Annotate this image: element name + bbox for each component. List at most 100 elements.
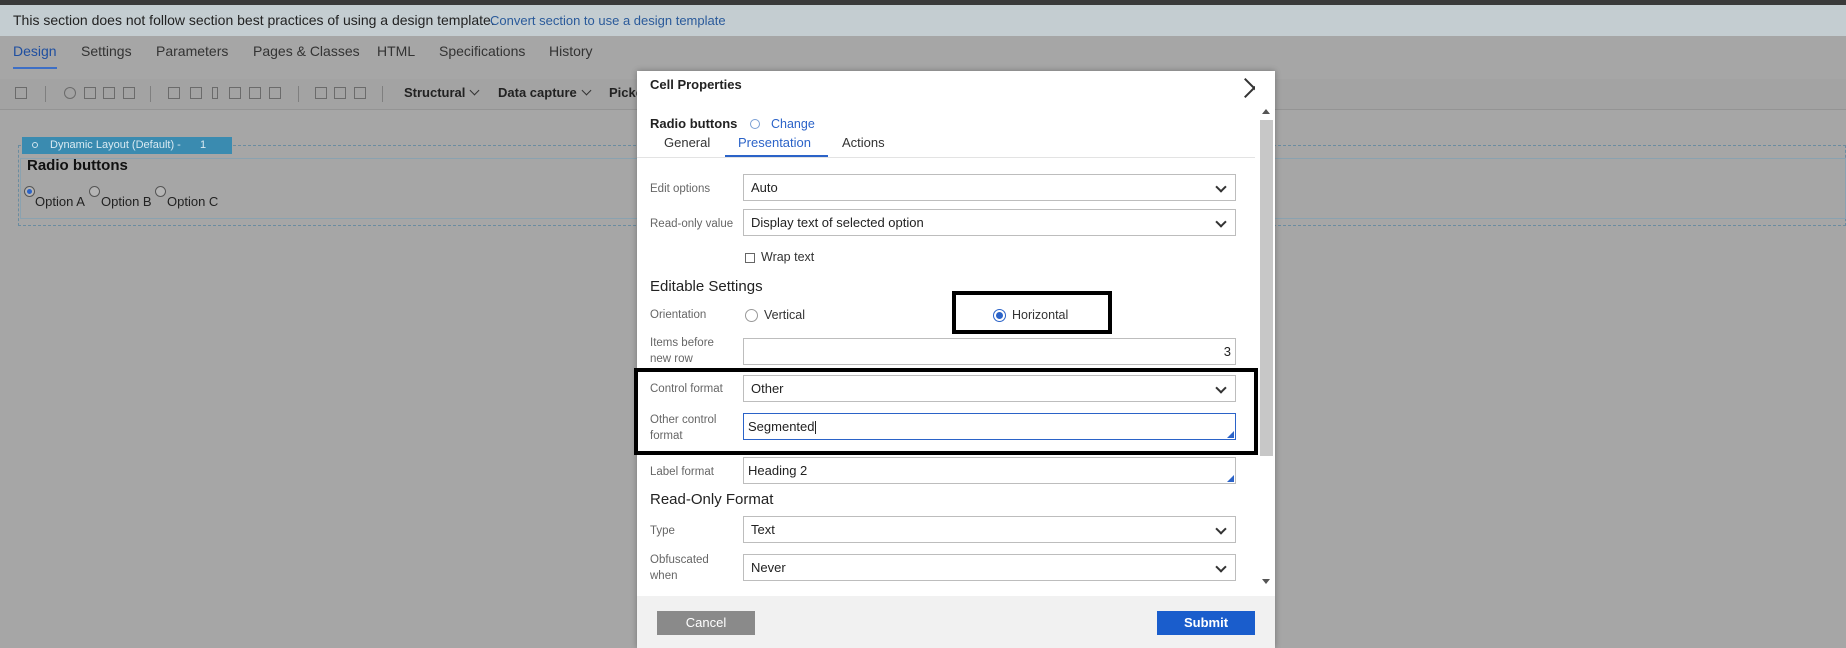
merge-right-icon[interactable]	[334, 87, 346, 99]
wrap-text-checkbox[interactable]	[745, 253, 755, 263]
control-name: Radio buttons	[650, 116, 738, 131]
cell-properties-dialog: Cell Properties Radio buttons Change Gen…	[637, 71, 1275, 648]
cancel-button[interactable]: Cancel	[657, 611, 755, 635]
tab-history[interactable]: History	[549, 36, 593, 67]
option-a-label: Option A	[35, 194, 85, 209]
option-c-radio[interactable]	[155, 186, 166, 197]
chevron-down-icon	[1215, 561, 1227, 573]
change-control-icon[interactable]	[750, 119, 760, 129]
tab-specifications[interactable]: Specifications	[439, 36, 525, 67]
banner-message: This section does not follow section bes…	[13, 12, 495, 28]
layout-number: 1	[200, 139, 207, 151]
data-capture-menu[interactable]: Data capture	[498, 79, 592, 107]
insert-row-above-icon[interactable]	[168, 87, 180, 99]
tab-settings[interactable]: Settings	[81, 36, 132, 67]
chevron-down-icon	[1215, 216, 1227, 228]
tab-pages-classes[interactable]: Pages & Classes	[253, 36, 360, 67]
close-icon[interactable]	[1243, 77, 1255, 99]
tab-presentation[interactable]: Presentation	[738, 135, 811, 150]
insert-column-right-icon[interactable]	[249, 87, 261, 99]
submit-button[interactable]: Submit	[1157, 611, 1255, 635]
layout-drag-icon[interactable]	[32, 142, 38, 148]
toolbar-separator	[382, 86, 383, 102]
scroll-up-icon[interactable]	[1262, 109, 1270, 114]
highlight-box-control-format	[634, 368, 1258, 455]
template-warning-banner: This section does not follow section bes…	[0, 5, 1846, 36]
label-format-input[interactable]: Heading 2	[743, 457, 1236, 484]
structural-menu-label: Structural	[404, 85, 466, 100]
readonly-value-select[interactable]: Display text of selected option	[743, 209, 1236, 236]
wrap-text-label: Wrap text	[761, 250, 815, 264]
type-value: Text	[751, 522, 775, 537]
layout-field-label: Radio buttons	[27, 157, 128, 174]
items-before-label-line2: new row	[650, 353, 693, 365]
dialog-body: Cell Properties Radio buttons Change Gen…	[637, 71, 1255, 591]
paste-icon[interactable]	[103, 87, 115, 99]
label-format-value: Heading 2	[748, 463, 808, 478]
toolbar-separator	[45, 86, 46, 102]
tab-design[interactable]: Design	[13, 36, 57, 69]
tab-html[interactable]: HTML	[377, 36, 415, 67]
chevron-down-icon	[1215, 181, 1227, 193]
resize-handle-icon[interactable]	[1227, 475, 1234, 482]
layout-header-label: Dynamic Layout (Default) -	[50, 139, 181, 151]
change-control-link[interactable]: Change	[771, 117, 815, 131]
picker-menu-label: Picker	[609, 85, 637, 100]
edit-options-label: Edit options	[650, 183, 711, 195]
obfuscated-label-line2: when	[650, 570, 678, 582]
save-icon[interactable]	[15, 87, 27, 99]
delete-icon[interactable]	[123, 87, 135, 99]
structural-menu[interactable]: Structural	[404, 79, 480, 107]
split-column-icon[interactable]	[269, 87, 281, 99]
chevron-down-icon	[581, 85, 592, 96]
obfuscated-value: Never	[751, 560, 786, 575]
edit-options-select[interactable]: Auto	[743, 174, 1236, 201]
type-label: Type	[650, 525, 675, 537]
copy-icon[interactable]	[84, 87, 96, 99]
edit-options-value: Auto	[751, 180, 778, 195]
label-format-label: Label format	[650, 466, 714, 478]
scroll-thumb[interactable]	[1260, 120, 1273, 456]
scroll-down-icon[interactable]	[1262, 579, 1270, 584]
merge-left-icon[interactable]	[315, 87, 327, 99]
readonly-value-label: Read-only value	[650, 218, 734, 230]
tab-general[interactable]: General	[664, 135, 710, 150]
readonly-value-value: Display text of selected option	[751, 215, 924, 230]
option-a-radio[interactable]	[24, 186, 35, 197]
items-before-input[interactable]: 3	[743, 338, 1236, 365]
orientation-label: Orientation	[650, 309, 707, 321]
option-b-label: Option B	[101, 194, 152, 209]
dialog-title: Cell Properties	[650, 77, 742, 92]
readonly-format-header: Read-Only Format	[650, 491, 774, 508]
chevron-down-icon	[469, 85, 480, 96]
tab-parameters[interactable]: Parameters	[156, 36, 228, 67]
move-icon[interactable]	[212, 87, 218, 99]
tab-actions[interactable]: Actions	[842, 135, 885, 150]
insert-column-left-icon[interactable]	[229, 87, 241, 99]
obfuscated-label: Obfuscated when	[650, 552, 709, 584]
toolbar-separator	[150, 86, 151, 102]
dialog-footer: Cancel Submit	[637, 596, 1275, 648]
type-select[interactable]: Text	[743, 516, 1236, 543]
items-before-label: Items before new row	[650, 335, 714, 367]
obfuscated-select[interactable]: Never	[743, 554, 1236, 581]
items-before-label-line1: Items before	[650, 337, 714, 349]
data-capture-menu-label: Data capture	[498, 85, 577, 100]
tab-divider	[637, 157, 1255, 158]
orientation-vertical-label: Vertical	[764, 308, 805, 322]
convert-template-link[interactable]: Convert section to use a design template	[490, 5, 726, 36]
option-b-radio[interactable]	[89, 186, 100, 197]
orientation-vertical-radio[interactable]	[745, 309, 758, 322]
highlight-box-orientation	[952, 291, 1112, 334]
obfuscated-label-line1: Obfuscated	[650, 554, 709, 566]
layout-header[interactable]: Dynamic Layout (Default) - 1	[22, 137, 232, 154]
option-c-label: Option C	[167, 194, 219, 209]
cut-icon[interactable]	[64, 87, 76, 99]
toolbar-separator	[298, 86, 299, 102]
insert-row-below-icon[interactable]	[190, 87, 202, 99]
columns-icon[interactable]	[354, 87, 366, 99]
picker-menu[interactable]: Picker	[609, 79, 637, 107]
dialog-scrollbar[interactable]	[1255, 105, 1275, 589]
chevron-down-icon	[1215, 523, 1227, 535]
rule-tabs: Design Settings Parameters Pages & Class…	[0, 36, 1846, 69]
